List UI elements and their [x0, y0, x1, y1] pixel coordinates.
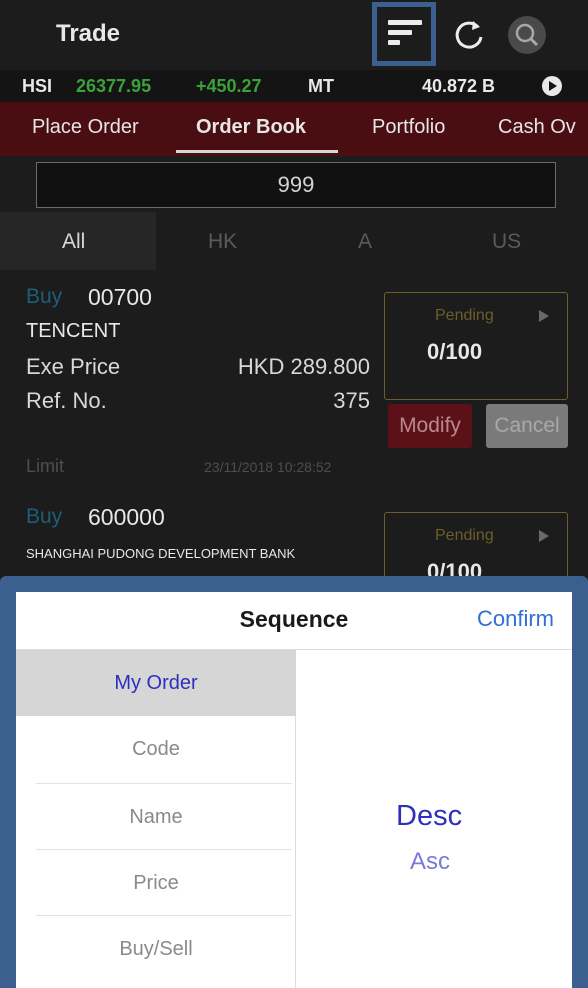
order-item[interactable]: Buy 600000 SHANGHAI PUDONG DEVELOPMENT B… — [0, 502, 588, 620]
order-side: Buy — [26, 505, 63, 528]
active-tab-indicator — [176, 150, 338, 153]
sort-direction-asc[interactable]: Asc — [410, 848, 450, 876]
sort-field-list: My Order Code Name Price Buy/Sell — [16, 650, 296, 988]
sort-option-my-order[interactable]: My Order — [16, 650, 296, 716]
search-icon[interactable] — [508, 16, 546, 54]
sort-option-name[interactable]: Name — [16, 784, 296, 850]
market-us[interactable]: US — [492, 230, 521, 254]
modify-button[interactable]: Modify — [388, 404, 472, 448]
ref-no-label: Ref. No. — [26, 388, 107, 413]
ticker-value: 26377.95 — [76, 76, 152, 96]
status-label: Pending — [435, 307, 494, 324]
status-label: Pending — [435, 527, 494, 544]
order-code: 00700 — [88, 284, 152, 310]
market-a[interactable]: A — [358, 230, 372, 254]
order-item[interactable]: Buy 00700 TENCENT Exe Price HKD 289.800 … — [0, 282, 588, 492]
page-title: Trade — [56, 20, 121, 47]
confirm-button[interactable]: Confirm — [477, 606, 554, 632]
ticker-mt-label: MT — [308, 76, 334, 96]
ticker-index: HSI — [22, 76, 53, 96]
play-icon[interactable] — [542, 76, 562, 96]
order-code: 600000 — [88, 504, 165, 530]
expand-arrow-icon — [539, 530, 549, 542]
tab-place-order[interactable]: Place Order — [32, 116, 139, 139]
sort-option-code[interactable]: Code — [16, 716, 296, 782]
sort-icon[interactable] — [388, 20, 422, 48]
ticker-change: +450.27 — [196, 76, 262, 96]
market-hk[interactable]: HK — [208, 230, 237, 254]
expand-arrow-icon — [539, 310, 549, 322]
cancel-button[interactable]: Cancel — [486, 404, 568, 448]
main-tabs: Place Order Order Book Portfolio Cash Ov — [0, 102, 588, 156]
status-box[interactable]: Pending 0/100 — [384, 292, 568, 400]
tab-cash-overview[interactable]: Cash Ov — [498, 116, 576, 139]
market-all[interactable]: All — [62, 230, 85, 254]
order-type: Limit — [26, 456, 65, 476]
order-side: Buy — [26, 285, 63, 308]
ticker-volume: 40.872 B — [422, 76, 496, 96]
sort-option-price[interactable]: Price — [16, 850, 296, 916]
sort-option-buy-sell[interactable]: Buy/Sell — [16, 916, 296, 982]
ref-no-value: 375 — [333, 388, 370, 413]
index-ticker: HSI 26377.95 +450.27 MT 40.872 B — [0, 70, 588, 102]
sort-direction-desc[interactable]: Desc — [396, 800, 462, 833]
app-header: Trade — [0, 0, 588, 70]
search-input[interactable]: 999 — [36, 162, 556, 208]
refresh-icon[interactable] — [452, 18, 486, 52]
order-name: TENCENT — [26, 320, 121, 342]
market-filter: All HK A US — [0, 212, 588, 270]
tab-portfolio[interactable]: Portfolio — [372, 116, 445, 139]
exe-price-label: Exe Price — [26, 354, 121, 379]
sequence-sheet: Sequence Confirm My Order Code Name Pric… — [16, 592, 572, 988]
tab-order-book[interactable]: Order Book — [196, 116, 306, 139]
order-time: 23/11/2018 10:28:52 — [204, 459, 332, 475]
order-name: SHANGHAI PUDONG DEVELOPMENT BANK — [26, 546, 296, 561]
filled-qty: 0/100 — [427, 339, 483, 364]
sheet-header: Sequence Confirm — [16, 592, 572, 650]
exe-price-value: HKD 289.800 — [237, 354, 370, 379]
